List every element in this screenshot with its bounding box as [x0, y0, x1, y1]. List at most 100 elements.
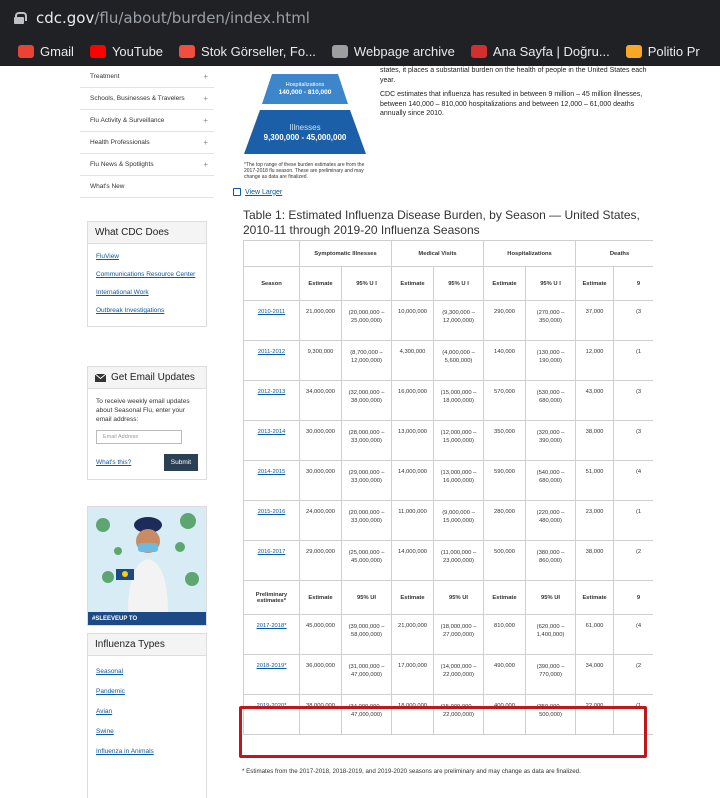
expand-plus-icon[interactable]: +	[203, 94, 208, 103]
expand-plus-icon[interactable]: +	[203, 160, 208, 169]
preliminary-header-cell: 95% UI	[340, 580, 393, 615]
sub-header: Season	[243, 266, 300, 301]
table-row: 2015-2016 24,000,000 (20,000,000 – 33,000,…	[243, 500, 653, 541]
nav-item-1[interactable]: Schools, Businesses & Travelers +	[80, 88, 214, 110]
archive-icon	[331, 44, 348, 58]
bookmark-0[interactable]: Gmail	[18, 44, 74, 59]
expand-plus-icon[interactable]: +	[203, 116, 208, 125]
empty-header-cell	[243, 240, 300, 267]
what-cdc-does-box: What CDC Does FluView Communications Reso…	[87, 221, 207, 327]
influenza-type-link[interactable]: Influenza in Animals	[88, 742, 206, 762]
cdc-does-link[interactable]: Outbreak Investigations	[88, 302, 206, 320]
cell-med-ui: (12,000,000 – 15,000,000)	[433, 420, 485, 461]
cell-ill-ui: (32,000,000 – 38,000,000)	[340, 380, 393, 421]
expand-plus-icon[interactable]: +	[203, 72, 208, 81]
sleeve-up-promo-image[interactable]: #SLEEVEUP TO	[87, 506, 207, 626]
stock-icon	[179, 44, 196, 58]
bookmark-1[interactable]: YouTube	[89, 43, 164, 59]
bookmark-5[interactable]: Politio Pr	[625, 44, 700, 59]
cell-d9: (1	[613, 340, 653, 381]
bookmark-4[interactable]: Ana Sayfa | Doğru...	[470, 44, 610, 59]
season-cell: 2015-2016	[243, 500, 300, 541]
cell-med: 18,000,000	[391, 694, 435, 735]
season-link[interactable]: 2010-2011	[258, 309, 285, 315]
preliminary-header-cell: Estimate	[483, 580, 527, 615]
cell-d9: (3	[613, 420, 653, 461]
promo-hashtag: #SLEEVEUP TO	[88, 612, 206, 625]
vaccinated-woman-illustration	[96, 513, 199, 614]
cell-med-ui: (9,300,000 – 12,000,000)	[433, 300, 485, 341]
group-header: Deaths	[575, 240, 653, 267]
season-link[interactable]: 2014-2015	[258, 469, 286, 475]
nav-item-3[interactable]: Health Professionals +	[80, 132, 214, 154]
season-link[interactable]: 2013-2014	[258, 429, 286, 435]
season-cell: 2010-2011	[243, 300, 300, 341]
influenza-type-link[interactable]: Avian	[88, 702, 206, 722]
influenza-type-link[interactable]: Swine	[88, 722, 206, 742]
cell-death: 37,000	[575, 300, 615, 341]
url-text[interactable]: cdc.gov/flu/about/burden/index.html	[36, 9, 310, 27]
cell-d9: (1	[613, 500, 653, 541]
burden-table-container[interactable]: Symptomatic Illnesses Medical Visits Hospi…	[243, 240, 653, 770]
cell-ill-ui: (8,700,000 – 12,000,000)	[340, 340, 393, 381]
youtube-icon	[89, 44, 106, 58]
cell-death: 22,000	[575, 694, 615, 735]
intro-text: states, it places a substantial burden o…	[380, 66, 660, 124]
submit-button[interactable]: Submit	[163, 454, 198, 471]
intro-paragraph-1: states, it places a substantial burden o…	[380, 67, 647, 84]
cell-ill: 9,300,000	[299, 340, 342, 381]
cell-med: 17,000,000	[391, 654, 435, 695]
influenza-type-link[interactable]: Pandemic	[88, 682, 206, 702]
cell-ill-ui: (29,000,000 – 33,000,000)	[340, 460, 393, 501]
cell-death: 38,000	[575, 540, 615, 581]
season-link[interactable]: 2016-2017	[258, 549, 286, 555]
sub-header: Estimate	[391, 266, 435, 301]
table-row: 2014-2015 30,000,000 (29,000,000 – 33,000,…	[243, 460, 653, 501]
table-title: Table 1: Estimated Influenza Disease Bur…	[243, 208, 640, 237]
cell-hosp: 570,000	[483, 380, 527, 421]
cdc-does-link[interactable]: International Work	[88, 284, 206, 302]
cell-ill-ui: (28,000,000 – 33,000,000)	[340, 420, 393, 461]
view-larger-link[interactable]: View Larger	[233, 188, 282, 196]
cell-ill: 30,000,000	[299, 460, 342, 501]
table-row: 2011-2012 9,300,000 (8,700,000 – 12,000,00…	[243, 340, 653, 381]
address-bar[interactable]: cdc.gov/flu/about/burden/index.html	[0, 0, 720, 36]
season-cell: 2014-2015	[243, 460, 300, 501]
group-header-row: Symptomatic Illnesses Medical Visits Hospi…	[243, 240, 653, 267]
cell-d9: (3	[613, 380, 653, 421]
page-icon	[470, 44, 487, 58]
footnote: * Estimates from the 2017-2018, 2018-201…	[242, 768, 581, 775]
season-link[interactable]: 2019-2020*	[257, 703, 287, 709]
season-link[interactable]: 2011-2012	[258, 349, 285, 355]
season-link[interactable]: 2015-2016	[258, 509, 286, 515]
expand-icon	[233, 188, 241, 196]
season-link[interactable]: 2012-2013	[258, 389, 286, 395]
cell-hosp-ui: (530,000 – 680,000)	[525, 380, 577, 421]
influenza-type-link[interactable]: Seasonal	[88, 662, 206, 682]
nav-item-2[interactable]: Flu Activity & Surveillance +	[80, 110, 214, 132]
nav-item-5[interactable]: What's New	[80, 176, 214, 198]
whats-this-link[interactable]: What's this?	[96, 458, 131, 467]
season-link[interactable]: 2017-2018*	[257, 623, 287, 629]
table-row: 2016-2017 29,000,000 (25,000,000 – 45,000,…	[243, 540, 653, 581]
sub-header: Estimate	[483, 266, 527, 301]
cell-d9: (2	[613, 654, 653, 695]
preliminary-header-cell: 95% UI	[525, 580, 577, 615]
bookmark-label: YouTube	[111, 43, 164, 59]
bookmark-label: Stok Görseller, Fo...	[201, 43, 316, 59]
nav-item-label: Schools, Businesses & Travelers	[90, 95, 185, 102]
illnesses-label: Illnesses	[289, 123, 321, 132]
cell-med-ui: (14,000,000 – 22,000,000)	[433, 654, 485, 695]
bookmark-2[interactable]: Stok Görseller, Fo...	[179, 44, 316, 59]
bookmark-3[interactable]: Webpage archive	[331, 44, 455, 59]
expand-plus-icon[interactable]: +	[203, 138, 208, 147]
email-address-input[interactable]: Email Address	[96, 430, 182, 444]
nav-item-4[interactable]: Flu News & Spotlights +	[80, 154, 214, 176]
season-link[interactable]: 2018-2019*	[257, 663, 287, 669]
cdc-does-link[interactable]: Communications Resource Center	[88, 266, 206, 284]
cell-med: 11,000,000	[391, 500, 435, 541]
cell-med-ui: (18,000,000 – 27,000,000)	[433, 614, 485, 655]
cdc-does-link[interactable]: FluView	[88, 248, 206, 266]
cell-hosp-ui: (320,000 – 390,000)	[525, 420, 577, 461]
nav-item-0[interactable]: Treatment +	[80, 66, 214, 88]
